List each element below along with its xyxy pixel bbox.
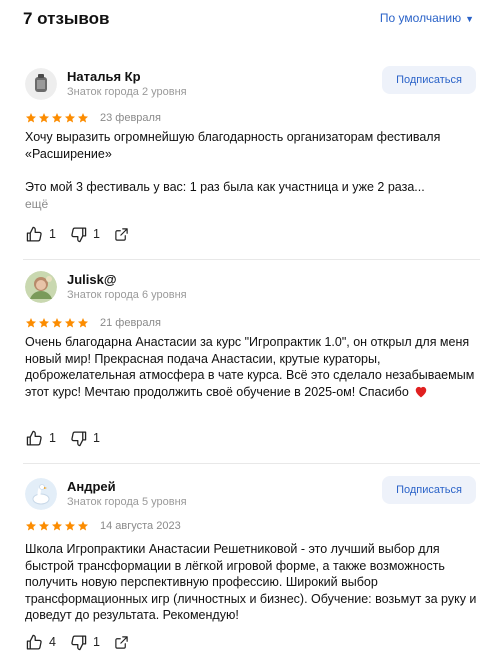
like-count: 1 xyxy=(49,431,56,445)
thumb-up-icon xyxy=(26,430,42,446)
avatar xyxy=(25,478,57,510)
thumb-down-icon xyxy=(71,634,87,650)
dislike-count: 1 xyxy=(92,635,100,649)
review-card: Наталья Кр Знаток города 2 уровня Подпис… xyxy=(23,66,480,248)
dislike-button[interactable]: 1 xyxy=(70,634,100,651)
review-date: 14 августа 2023 xyxy=(100,520,181,532)
like-button[interactable]: 1 xyxy=(26,226,56,243)
divider xyxy=(23,259,480,260)
reviews-count-title: 7 отзывов xyxy=(23,9,110,28)
reviews-header: 7 отзывов По умолчанию ▼ xyxy=(23,6,482,32)
share-icon xyxy=(115,635,128,649)
like-button[interactable]: 4 xyxy=(26,634,56,651)
chevron-down-icon: ▼ xyxy=(465,13,474,24)
star-icon xyxy=(78,318,88,328)
star-icon xyxy=(39,521,49,531)
like-button[interactable]: 1 xyxy=(26,430,56,447)
review-text: Школа Игропрактики Анастасии Решетниково… xyxy=(25,541,480,624)
sort-label: По умолчанию xyxy=(379,11,462,25)
star-icon xyxy=(78,113,88,123)
dislike-count: 1 xyxy=(92,431,100,445)
star-icon xyxy=(78,521,88,531)
star-icon xyxy=(26,521,36,531)
review-card: Андрей Знаток города 5 уровня Подписатьс… xyxy=(23,476,480,655)
share-button[interactable] xyxy=(114,635,129,650)
review-date: 21 февраля xyxy=(100,317,161,329)
share-button[interactable] xyxy=(114,227,129,242)
like-count: 4 xyxy=(49,635,56,649)
subscribe-button[interactable]: Подписаться xyxy=(382,66,476,94)
rating-row: 23 февраля xyxy=(25,111,161,125)
thumb-up-icon xyxy=(26,634,42,650)
read-more-link[interactable]: ещё xyxy=(25,197,48,211)
review-actions: 1 1 xyxy=(26,429,114,447)
author-name[interactable]: Наталья Кр xyxy=(67,69,141,84)
star-icon xyxy=(65,521,75,531)
author-level: Знаток города 2 уровня xyxy=(67,86,187,98)
avatar xyxy=(25,271,57,303)
review-date: 23 февраля xyxy=(100,112,161,124)
sort-dropdown[interactable]: По умолчанию ▼ xyxy=(380,11,474,25)
author-name[interactable]: Андрей xyxy=(67,479,116,494)
review-actions: 4 1 xyxy=(26,633,129,651)
share-icon xyxy=(115,227,128,241)
review-actions: 1 1 xyxy=(26,225,129,243)
star-icon xyxy=(26,318,36,328)
star-icon xyxy=(39,113,49,123)
star-icon xyxy=(52,521,62,531)
avatar xyxy=(25,68,57,100)
author-level: Знаток города 6 уровня xyxy=(67,289,187,301)
author-name[interactable]: Julisk@ xyxy=(67,272,117,287)
star-icon xyxy=(26,113,36,123)
author-level: Знаток города 5 уровня xyxy=(67,496,187,508)
heart-icon xyxy=(416,386,427,398)
star-rating xyxy=(25,317,89,329)
star-icon xyxy=(65,318,75,328)
review-card: Julisk@ Знаток города 6 уровня 21 феврал… xyxy=(23,271,478,451)
like-count: 1 xyxy=(49,227,56,241)
thumb-down-icon xyxy=(71,430,87,446)
subscribe-button[interactable]: Подписаться xyxy=(382,476,476,504)
dislike-button[interactable]: 1 xyxy=(70,226,100,243)
star-icon xyxy=(52,113,62,123)
dislike-count: 1 xyxy=(92,227,100,241)
rating-row: 21 февраля xyxy=(25,316,161,330)
star-rating xyxy=(25,112,89,124)
review-text-body: Хочу выразить огромнейшую благодарность … xyxy=(25,130,441,194)
thumb-down-icon xyxy=(71,226,87,242)
dislike-button[interactable]: 1 xyxy=(70,430,100,447)
star-icon xyxy=(65,113,75,123)
thumb-up-icon xyxy=(26,226,42,242)
star-icon xyxy=(39,318,49,328)
review-text: Очень благодарна Анастасии за курс "Игро… xyxy=(25,334,480,400)
divider xyxy=(23,463,480,464)
star-icon xyxy=(52,318,62,328)
review-text-body: Очень благодарна Анастасии за курс "Игро… xyxy=(25,335,475,399)
rating-row: 14 августа 2023 xyxy=(25,519,181,533)
star-rating xyxy=(25,520,89,532)
review-text: Хочу выразить огромнейшую благодарность … xyxy=(25,129,480,195)
review-text-body: Школа Игропрактики Анастасии Решетниково… xyxy=(25,542,480,623)
